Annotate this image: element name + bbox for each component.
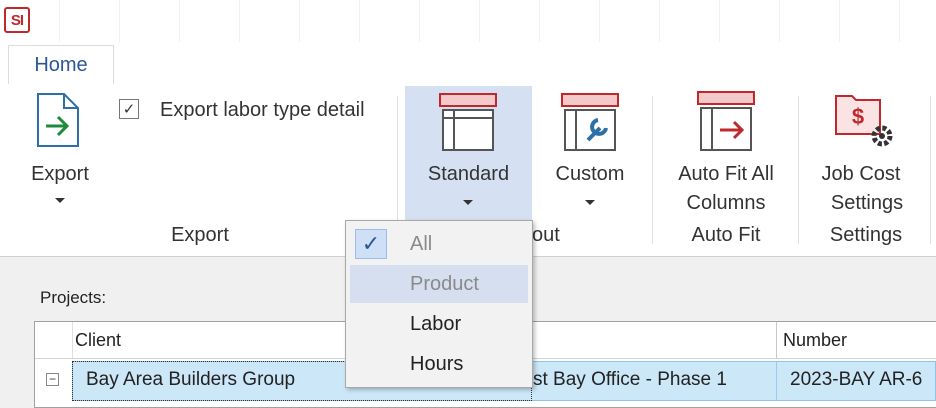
custom-layout-icon	[561, 93, 619, 151]
projects-label: Projects:	[40, 288, 107, 307]
export-group-label: Export	[171, 224, 229, 246]
menu-item-all-label: All	[410, 232, 433, 255]
custom-button[interactable]: Custom	[540, 86, 640, 220]
layout-group-label: out	[532, 224, 560, 246]
menu-item-product[interactable]: Product	[350, 265, 528, 303]
chevron-down-icon	[585, 200, 595, 205]
collapse-icon[interactable]: −	[46, 373, 59, 386]
auto-fit-group-label: Auto Fit	[691, 224, 761, 246]
export-button[interactable]: Export	[22, 90, 98, 216]
menu-item-product-label: Product	[410, 272, 479, 295]
job-cost-settings-button[interactable]: $ Job Cost Settings	[806, 86, 926, 220]
standard-button-label: Standard	[427, 163, 510, 185]
export-button-label: Export	[31, 163, 89, 185]
chevron-down-icon	[463, 200, 473, 205]
title-bar-background	[0, 0, 936, 42]
app-logo: SI	[4, 7, 30, 33]
job-cost-settings-icon: $	[835, 95, 893, 147]
job-cost-label-line1: Job Cost	[821, 163, 901, 185]
svg-text:$: $	[852, 104, 864, 129]
auto-fit-all-columns-button[interactable]: Auto Fit All Columns	[660, 86, 792, 220]
cell-client: Bay Area Builders Group	[86, 369, 296, 390]
auto-fit-label-line2: Columns	[686, 192, 766, 214]
menu-item-hours-label: Hours	[410, 352, 464, 375]
standard-layout-icon	[439, 93, 497, 151]
chevron-down-icon	[55, 198, 65, 203]
export-labor-checkbox-label[interactable]: Export labor type detail	[160, 96, 365, 125]
tab-row	[0, 42, 936, 85]
job-cost-label-line2: Settings	[830, 192, 904, 214]
column-header-client-label: Client	[75, 329, 122, 350]
column-header-number-label: Number	[783, 329, 848, 350]
cell-project: st Bay Office - Phase 1	[533, 369, 727, 390]
checkmark-icon: ✓	[355, 229, 387, 259]
auto-fit-label-line1: Auto Fit All	[678, 163, 774, 185]
tab-home[interactable]: Home	[8, 45, 114, 85]
custom-button-label: Custom	[555, 163, 625, 185]
menu-item-labor[interactable]: Labor	[350, 305, 528, 343]
ribbon-separator	[930, 96, 931, 244]
export-icon	[37, 93, 79, 147]
standard-button[interactable]: Standard	[405, 86, 532, 220]
ribbon-separator	[798, 96, 799, 244]
menu-item-hours[interactable]: Hours	[350, 345, 528, 383]
export-labor-checkbox[interactable]: ✓	[119, 99, 139, 119]
auto-fit-icon	[697, 91, 755, 151]
cell-number: 2023-BAY AR-6	[790, 369, 923, 390]
menu-item-all[interactable]: ✓ All	[350, 225, 528, 263]
menu-item-labor-label: Labor	[410, 312, 462, 335]
column-header-number[interactable]: Number	[776, 322, 936, 358]
settings-group-label: Settings	[829, 224, 903, 246]
column-divider	[776, 361, 777, 401]
ribbon-separator	[652, 96, 653, 244]
standard-dropdown-menu: ✓ All Product Labor Hours	[345, 220, 533, 388]
